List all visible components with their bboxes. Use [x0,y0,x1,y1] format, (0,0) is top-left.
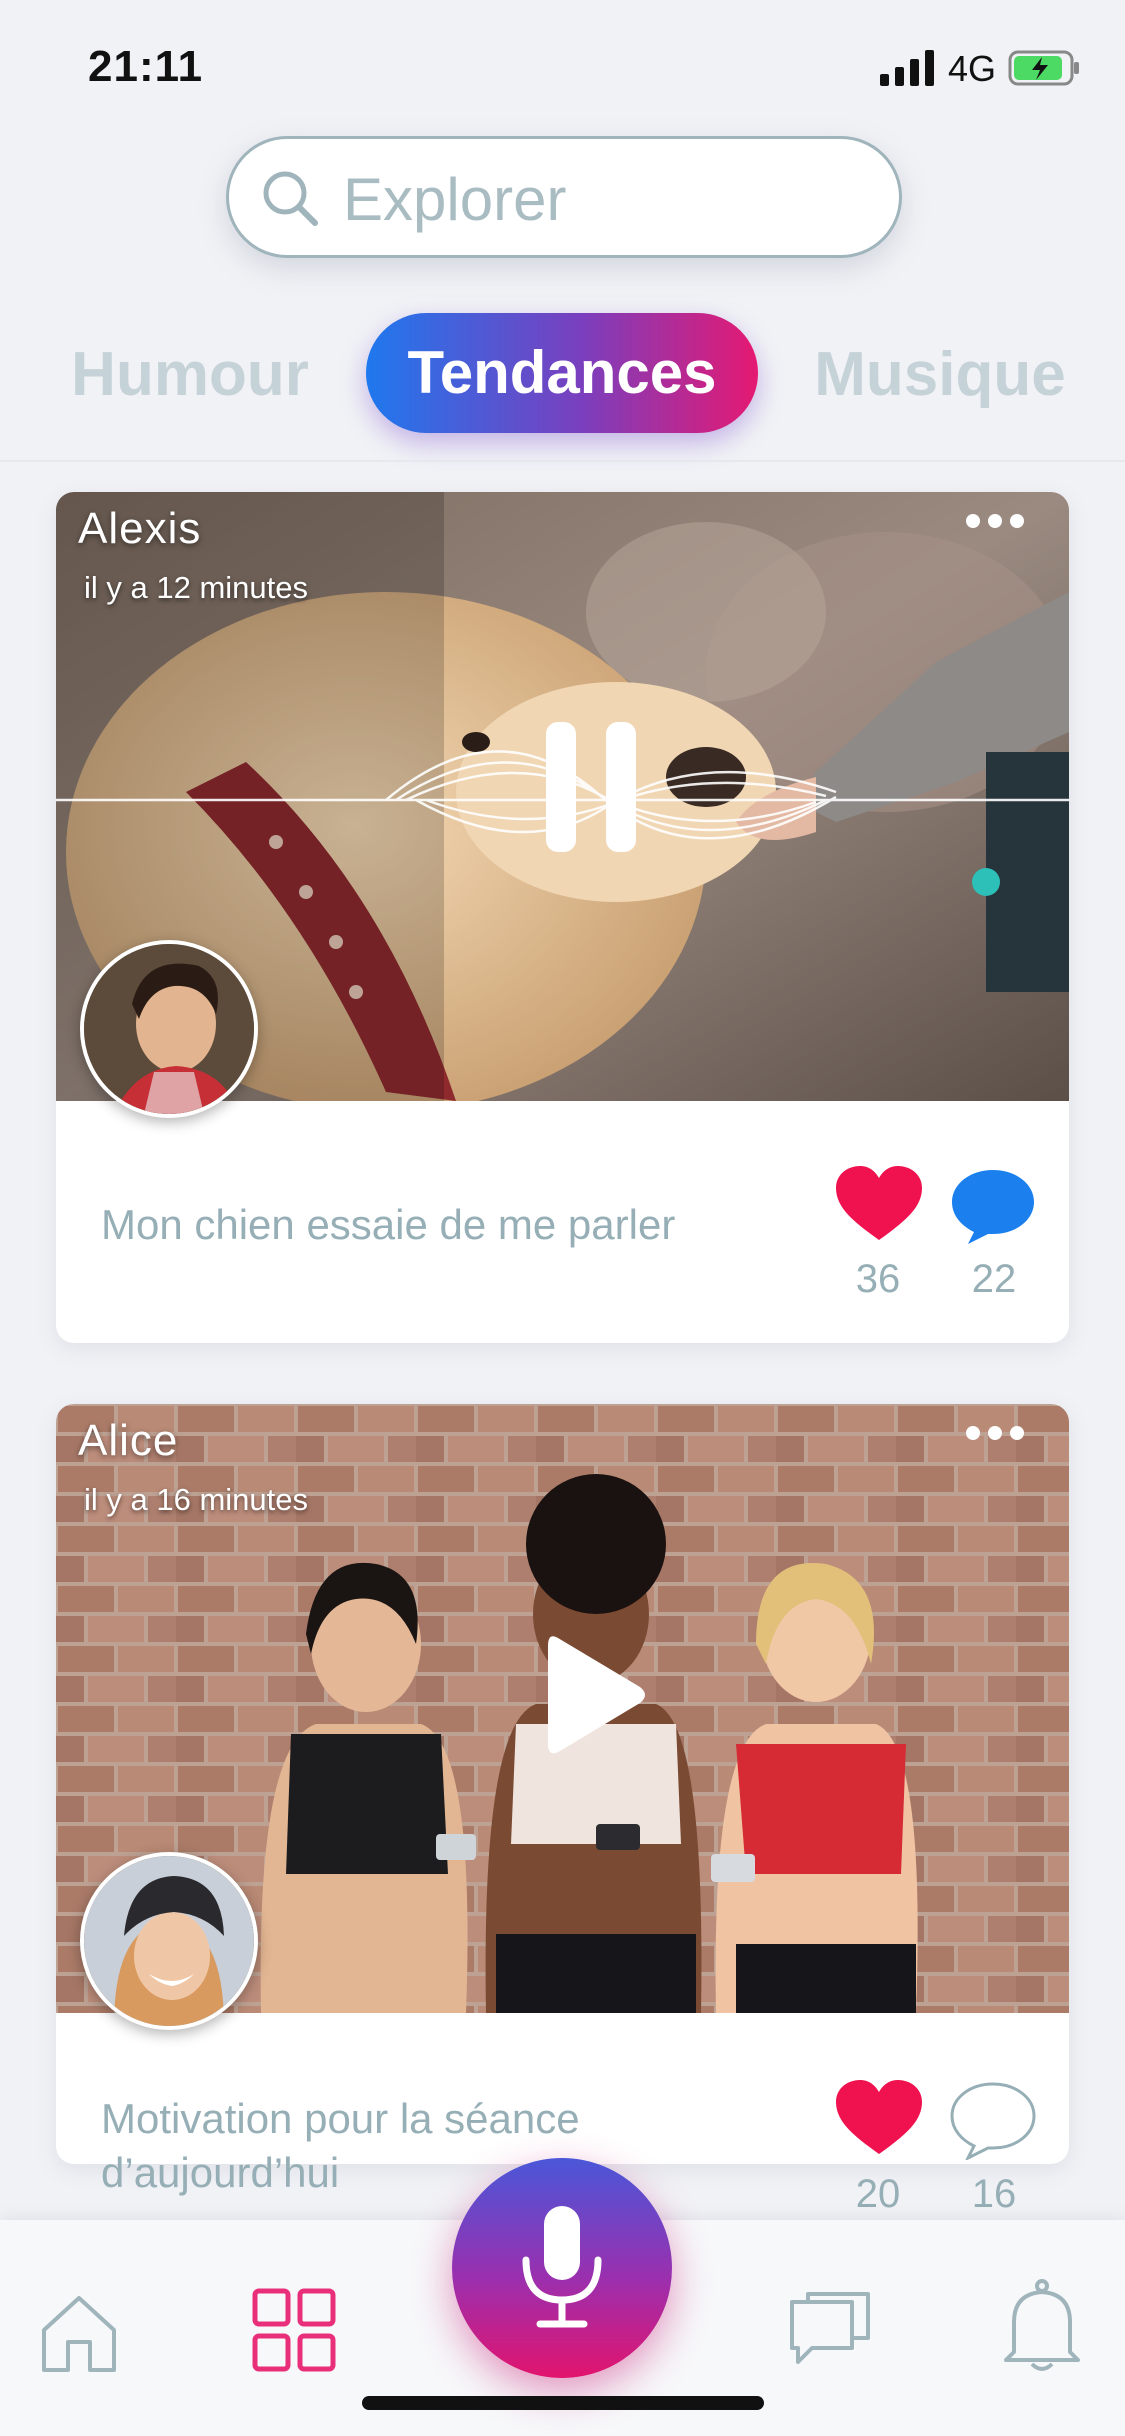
home-icon[interactable] [38,2292,120,2374]
avatar-image [84,1856,254,2026]
avatar[interactable] [80,1852,258,2030]
comment-count: 16 [971,2172,1017,2216]
avatar-image [84,944,254,1114]
home-indicator [362,2396,764,2410]
tab-musique[interactable]: Musique [800,300,1080,450]
search-input[interactable] [341,161,865,237]
post-time: il y a 12 minutes [84,570,308,605]
bell-icon[interactable] [1000,2278,1084,2374]
heart-icon[interactable] [834,1164,924,1244]
heart-icon[interactable] [834,2078,924,2158]
post-author[interactable]: Alexis [78,504,201,554]
battery-icon [1008,50,1079,86]
post-caption: Mon chien essaie de me parler [101,1201,676,1248]
like-count: 20 [855,2172,901,2216]
signal-icon [880,50,934,86]
grid-icon[interactable] [252,2288,336,2372]
microphone-icon [522,2206,602,2328]
more-options-icon[interactable] [965,506,1025,536]
pause-icon[interactable] [546,722,636,852]
more-options-icon[interactable] [965,1418,1025,1448]
record-button[interactable] [452,2158,672,2378]
comment-icon[interactable] [948,2080,1038,2160]
play-icon[interactable] [548,1630,648,1760]
comment-icon[interactable] [948,1166,1038,1246]
chat-icon[interactable] [788,2292,872,2370]
search-bar[interactable] [226,136,902,258]
status-bar: 21:11 4G [0,0,1125,130]
tab-humour[interactable]: Humour [40,300,340,450]
tab-tendances[interactable]: Tendances [366,313,758,433]
avatar[interactable] [80,940,258,1118]
post-time: il y a 16 minutes [84,1482,308,1517]
comment-count: 22 [971,1257,1017,1301]
header-divider [0,460,1125,462]
post-card[interactable]: Alice il y a 16 minutes Motivation pour … [56,1404,1069,2216]
network-label: 4G [948,48,997,89]
like-count: 36 [855,1257,901,1301]
status-time: 21:11 [88,42,204,91]
post-card[interactable]: Alexis il y a 12 minutes Mon chien essai… [56,492,1069,1343]
search-icon [263,171,318,226]
post-author[interactable]: Alice [78,1416,178,1466]
